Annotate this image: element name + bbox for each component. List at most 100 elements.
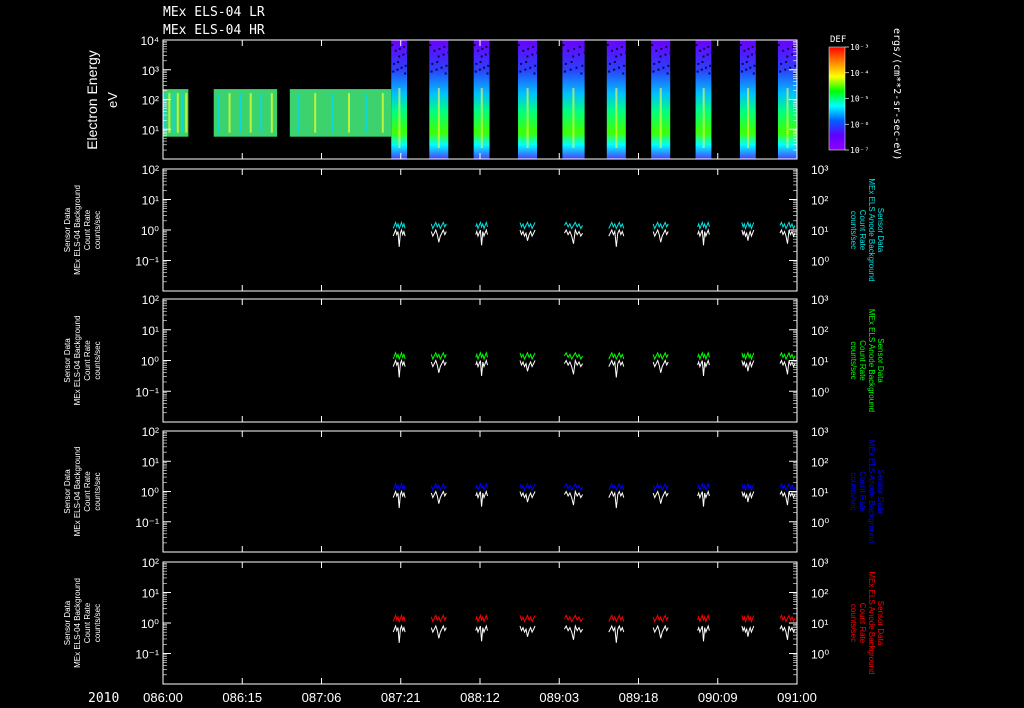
y-tick-label-right: 10⁰ — [811, 385, 829, 399]
series-line — [779, 624, 796, 640]
spectrogram-speckle — [664, 53, 667, 56]
y-tick-label: 10¹ — [142, 123, 159, 137]
colorbar-ticks: 10⁻³ 10⁻⁴ 10⁻⁵ 10⁻⁶ 10⁻⁷ — [845, 43, 869, 155]
spectrogram-speckle — [445, 64, 448, 67]
spectrogram-streak — [659, 88, 662, 148]
spectrogram-streak — [572, 88, 575, 148]
colorbar-tick-label: 10⁻⁷ — [850, 146, 869, 155]
spectrogram-speckle — [667, 64, 670, 67]
series-line — [563, 351, 584, 361]
spectrogram-speckle — [562, 44, 565, 46]
series-line — [697, 489, 710, 507]
spectrogram-speckle — [392, 70, 395, 73]
spectrogram-speckle — [708, 72, 711, 75]
series-line — [563, 482, 584, 492]
spectrogram-speckle — [532, 45, 535, 48]
spectrogram-speckle — [572, 55, 575, 58]
series-line — [475, 489, 488, 507]
spectrogram-speckle — [519, 70, 522, 73]
spectrogram-streak — [480, 88, 483, 148]
x-tick-label: 087:21 — [381, 690, 421, 705]
spectrogram-speckle — [533, 72, 536, 75]
series-line — [475, 228, 488, 246]
spectrogram-speckle — [477, 49, 480, 52]
spectrogram-speckle — [615, 55, 618, 58]
spectrogram-speckle — [704, 66, 707, 69]
x-tick-label: 086:00 — [143, 690, 183, 705]
x-tick-label: 088:12 — [460, 690, 500, 705]
spectrogram-speckle — [474, 70, 477, 73]
y-tick-label-left: 10⁻¹ — [135, 255, 159, 269]
series-line — [608, 221, 625, 230]
spectrogram-speckle — [479, 60, 482, 63]
spectrogram-streak — [347, 93, 350, 133]
spectrogram-speckle — [394, 49, 397, 52]
spectrogram-speckle — [610, 49, 613, 52]
series-line — [608, 228, 625, 247]
spectrogram-speckle — [746, 55, 749, 58]
spectrogram-speckle — [481, 47, 484, 50]
spectrogram-speckle — [787, 47, 790, 50]
spectrogram-streak — [185, 93, 188, 133]
spectrogram-speckle — [660, 47, 663, 50]
series-line — [430, 221, 447, 230]
spectrogram-streak — [270, 93, 273, 133]
series-line — [779, 614, 796, 623]
spectrogram-streak — [437, 88, 440, 148]
series-line — [392, 624, 406, 643]
y-tick-label-right: 10³ — [811, 556, 828, 570]
spectrogram-speckle — [480, 55, 483, 58]
y-tick-label-right: 10⁰ — [811, 516, 829, 530]
spectrogram-speckle — [791, 53, 794, 56]
y-tick-label-left: 10⁻¹ — [135, 648, 159, 662]
y-axis-label-line: Count Rate — [83, 340, 92, 381]
spectrogram-streak — [526, 88, 529, 148]
colorbar-tick-label: 10⁻⁶ — [850, 120, 869, 129]
y-tick-label-left: 10² — [142, 425, 159, 439]
spectrogram-speckle — [608, 62, 611, 65]
spectrogram-speckle — [429, 44, 432, 46]
spectrogram-speckle — [486, 72, 489, 75]
y-tick-label: 10² — [142, 94, 159, 108]
spectrogram-speckle — [751, 53, 754, 56]
spectrogram-streak — [747, 88, 750, 148]
spectrogram-streak — [181, 93, 184, 133]
series-line — [652, 482, 669, 492]
spectrogram-speckle — [651, 44, 654, 46]
spectrogram-speckle — [391, 44, 394, 46]
spectrogram-speckle — [745, 68, 748, 71]
spectrogram-speckle — [755, 51, 758, 54]
spectrogram-streak — [228, 93, 231, 133]
spectrogram-streak — [786, 88, 789, 148]
spectrogram-lr-segment — [289, 89, 392, 137]
panel-3: 10² 10³10¹ 10²10⁰ 10¹10⁻¹ 10⁰Sensor Data MEx … — [63, 293, 885, 423]
spectrogram-speckle — [442, 53, 445, 56]
right-axis-label-line: Sensor Data — [876, 469, 885, 514]
y-tick-label-left: 10² — [142, 163, 159, 177]
series-line — [652, 351, 669, 361]
y-axis-label-line: MEx ELS-04 Background — [73, 185, 82, 275]
y-tick-label-left: 10⁰ — [141, 224, 159, 238]
spectrogram-streak — [176, 93, 179, 133]
title-line-1: MEx ELS-04 LR — [163, 5, 265, 20]
spectrogram-speckle — [703, 47, 706, 50]
panel-frame — [162, 561, 798, 685]
spectrogram-speckle — [779, 70, 782, 73]
y-tick-label-right: 10² — [811, 587, 828, 601]
series-line — [741, 482, 755, 492]
y-tick-label-left: 10⁰ — [141, 355, 159, 369]
series-line — [430, 351, 447, 361]
right-axis-label-line: Count Rate — [858, 340, 867, 381]
spectrogram-speckle — [696, 70, 699, 73]
spectrogram-speckle — [564, 62, 567, 65]
right-axis-label-line: Sensor Data — [876, 208, 885, 253]
spectrogram-speckle — [402, 45, 405, 48]
spectrogram-speckle — [524, 68, 527, 71]
right-axis-label-line: counts/sec — [849, 604, 858, 642]
series-line — [652, 359, 669, 373]
series-line — [697, 220, 710, 231]
series-line — [519, 614, 536, 623]
series-line — [475, 624, 488, 642]
spectrogram-speckle — [404, 64, 407, 67]
series-line — [563, 624, 584, 640]
